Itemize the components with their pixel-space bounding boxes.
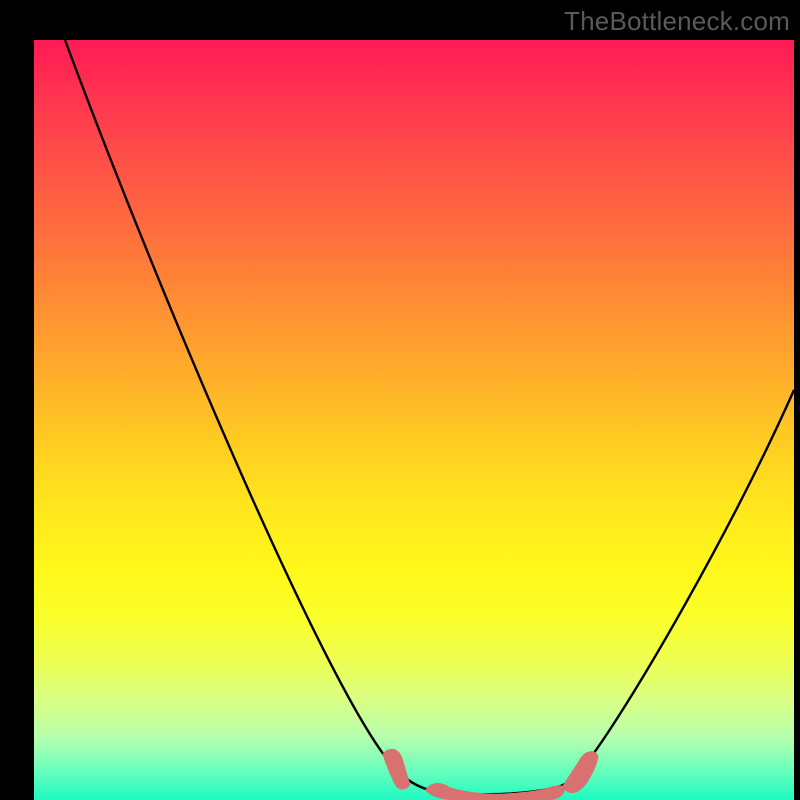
chart-svg (34, 40, 794, 800)
marker-right (563, 752, 598, 793)
watermark-label: TheBottleneck.com (564, 6, 790, 37)
marker-bottom (426, 784, 565, 800)
chart-curve (65, 40, 794, 794)
chart-container: TheBottleneck.com (0, 0, 800, 800)
marker-left (383, 749, 410, 789)
plot-area (34, 40, 794, 800)
